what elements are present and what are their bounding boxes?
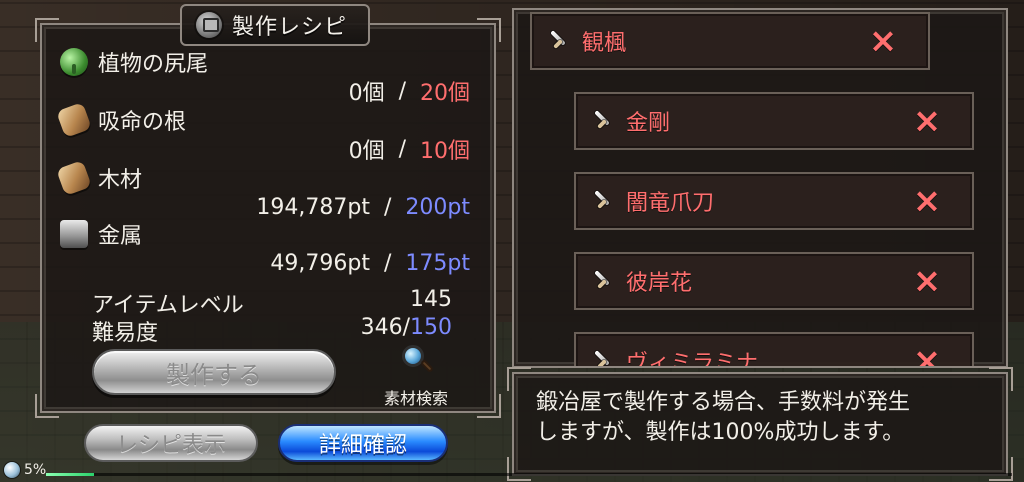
material-have: 194,787pt [256, 194, 370, 220]
progress-fill [46, 473, 95, 476]
magnifier-icon [398, 343, 434, 379]
metal-icon [60, 220, 88, 248]
panel-corner-bottom-right [477, 394, 501, 418]
status-percent: 5% [24, 462, 47, 478]
material-need: 200pt [405, 194, 470, 220]
recipe-display-button[interactable]: レシピ表示 [84, 424, 258, 462]
recipe-name: 観楓 [582, 31, 627, 56]
status-icon [4, 462, 20, 478]
panel-corner-top-right [989, 367, 1013, 391]
material-have: 49,796pt [270, 250, 370, 276]
page-title: 製作レシピ [232, 15, 348, 40]
recipe-name: 闇竜爪刀 [626, 191, 715, 216]
material-quantity: 194,787pt / 200pt [256, 192, 470, 222]
sword-icon [590, 189, 614, 213]
material-need: 175pt [405, 250, 470, 276]
sword-icon [590, 349, 614, 366]
recipe-list-panel: 観楓 × 金剛 × 闇竜爪刀 × 彼岸花 × ヴィミラミナ × [512, 8, 1008, 368]
difficulty-required: 150 [410, 315, 452, 340]
material-name-row: 植物の尻尾 [60, 47, 208, 77]
recipe-book-icon [196, 12, 222, 38]
panel-corner-bottom-right [989, 457, 1013, 481]
material-separator: / [398, 78, 406, 104]
recipe-item[interactable]: 彼岸花 × [574, 252, 974, 310]
recipe-list-scrollbar[interactable] [1006, 20, 1008, 350]
material-need: 10個 [420, 139, 470, 164]
recipe-item-left: 観楓 [546, 14, 626, 68]
material-name-row: 金属 [60, 219, 142, 249]
craft-button[interactable]: 製作する [92, 349, 336, 395]
material-name: 金属 [98, 224, 143, 249]
progress-bar [46, 473, 1012, 476]
status-indicator: 5% [4, 460, 46, 480]
panel-corner-top-left [507, 367, 531, 391]
panel-corner-top-right [477, 18, 501, 42]
wood-icon [56, 160, 92, 196]
material-quantity: 0個 / 10個 [348, 134, 470, 165]
material-name-row: 木材 [56, 160, 143, 196]
recipe-item[interactable]: 金剛 × [574, 92, 974, 150]
message-panel: 鍛冶屋で製作する場合、手数料が発生 しますが、製作は100%成功します。 [507, 367, 1013, 481]
recipe-item[interactable]: 観楓 × [530, 12, 930, 70]
recipe-name: ヴィミラミナ [626, 351, 759, 368]
material-name: 木材 [98, 168, 143, 193]
recipe-name: 金剛 [626, 111, 671, 136]
item-level-row: アイテムレベル 145 [92, 287, 452, 318]
material-name: 吸命の根 [98, 110, 187, 135]
crafting-recipe-panel: 製作レシピ 植物の尻尾 0個 / 20個 吸命の根 0個 / 10個 木材 19… [35, 4, 501, 418]
remove-recipe-button[interactable]: × [866, 14, 900, 68]
material-name: 植物の尻尾 [98, 52, 209, 77]
details-button[interactable]: 詳細確認 [278, 424, 448, 462]
sword-icon [590, 269, 614, 293]
material-quantity: 0個 / 20個 [348, 76, 470, 107]
difficulty-label: 難易度 [92, 321, 159, 346]
remove-recipe-button[interactable]: × [910, 94, 944, 148]
material-separator: / [383, 250, 392, 276]
item-level-value: 145 [410, 287, 452, 312]
remove-recipe-button[interactable]: × [910, 174, 944, 228]
panel-corner-bottom-right [989, 349, 1006, 366]
wood-icon [56, 102, 92, 138]
recipe-item-left: ヴィミラミナ [590, 334, 759, 368]
remove-recipe-button[interactable]: × [910, 254, 944, 308]
panel-corner-top-left [514, 10, 531, 27]
difficulty-row: 難易度 346/150 [92, 315, 452, 346]
remove-recipe-button[interactable]: × [910, 334, 944, 366]
material-search-label: 素材検索 [383, 389, 448, 408]
material-need: 20個 [420, 81, 470, 106]
material-name-row: 吸命の根 [56, 102, 187, 138]
sword-icon [590, 109, 614, 133]
recipe-name: 彼岸花 [626, 271, 693, 296]
material-separator: / [398, 136, 406, 162]
fee-message: 鍛冶屋で製作する場合、手数料が発生 しますが、製作は100%成功します。 [536, 390, 911, 445]
panel-corner-bottom-left [507, 457, 531, 481]
recipe-item-left: 闇竜爪刀 [590, 174, 714, 228]
material-quantity: 49,796pt / 175pt [270, 248, 470, 278]
sword-icon [546, 29, 570, 53]
material-have: 0個 [348, 139, 385, 164]
difficulty-current: 346/ [360, 315, 410, 340]
recipe-item-left: 金剛 [590, 94, 670, 148]
plant-icon [60, 48, 88, 76]
difficulty-value: 346/150 [361, 315, 452, 340]
recipe-item[interactable]: ヴィミラミナ × [574, 332, 974, 368]
material-separator: / [383, 194, 392, 220]
recipe-item-left: 彼岸花 [590, 254, 692, 308]
panel-title-bar: 製作レシピ [180, 4, 370, 46]
panel-corner-top-left [35, 18, 59, 42]
panel-corner-bottom-left [514, 349, 531, 366]
panel-corner-bottom-left [35, 394, 59, 418]
recipe-item[interactable]: 闇竜爪刀 × [574, 172, 974, 230]
material-have: 0個 [348, 81, 385, 106]
material-search-button[interactable]: 素材検索 [366, 343, 466, 413]
